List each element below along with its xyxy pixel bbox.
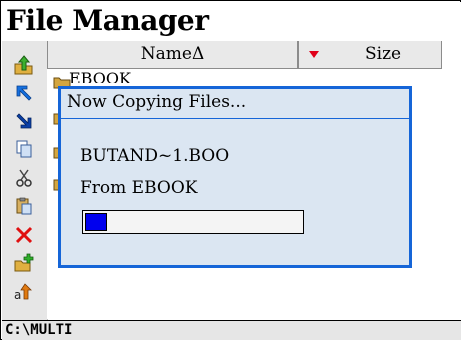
title-bar: File Manager [2, 2, 461, 41]
copy-progress-dialog: Now Copying Files... BUTAND~1.BOO From E… [58, 86, 412, 268]
scrollbar[interactable] [442, 41, 461, 320]
sort-arrow-icon [309, 51, 319, 58]
size-column-header[interactable]: Size [298, 41, 442, 69]
status-bar: C:\MULTI [2, 320, 461, 340]
list-item-label: EBOOK [69, 71, 131, 83]
copying-file-name: BUTAND~1.BOO [80, 146, 230, 166]
delete-icon[interactable] [10, 221, 38, 249]
arrow-up-left-icon[interactable] [10, 79, 38, 107]
rename-icon[interactable]: a [10, 277, 38, 305]
dialog-title-bar: Now Copying Files... [61, 89, 409, 119]
arrow-down-right-icon[interactable] [10, 107, 38, 135]
current-path: C:\MULTI [5, 322, 73, 338]
size-column-label: Size [365, 44, 402, 64]
up-folder-icon[interactable] [10, 52, 38, 80]
name-column-label: NameΔ [140, 44, 205, 64]
name-column-header[interactable]: NameΔ [47, 41, 298, 69]
copy-progress-bar [82, 210, 304, 234]
window-title: File Manager [6, 4, 209, 37]
paste-icon[interactable] [10, 192, 38, 220]
copy-progress-fill [85, 213, 107, 231]
dialog-title: Now Copying Files... [67, 92, 247, 112]
new-folder-icon[interactable] [10, 249, 38, 277]
copy-source: From EBOOK [80, 178, 198, 198]
svg-text:a: a [14, 288, 21, 302]
file-manager-window: File Manager a NameΔ Size EBOOK C:\MULTI… [0, 0, 461, 340]
copy-icon[interactable] [10, 135, 38, 163]
side-toolbar: a [2, 41, 48, 320]
cut-icon[interactable] [10, 164, 38, 192]
